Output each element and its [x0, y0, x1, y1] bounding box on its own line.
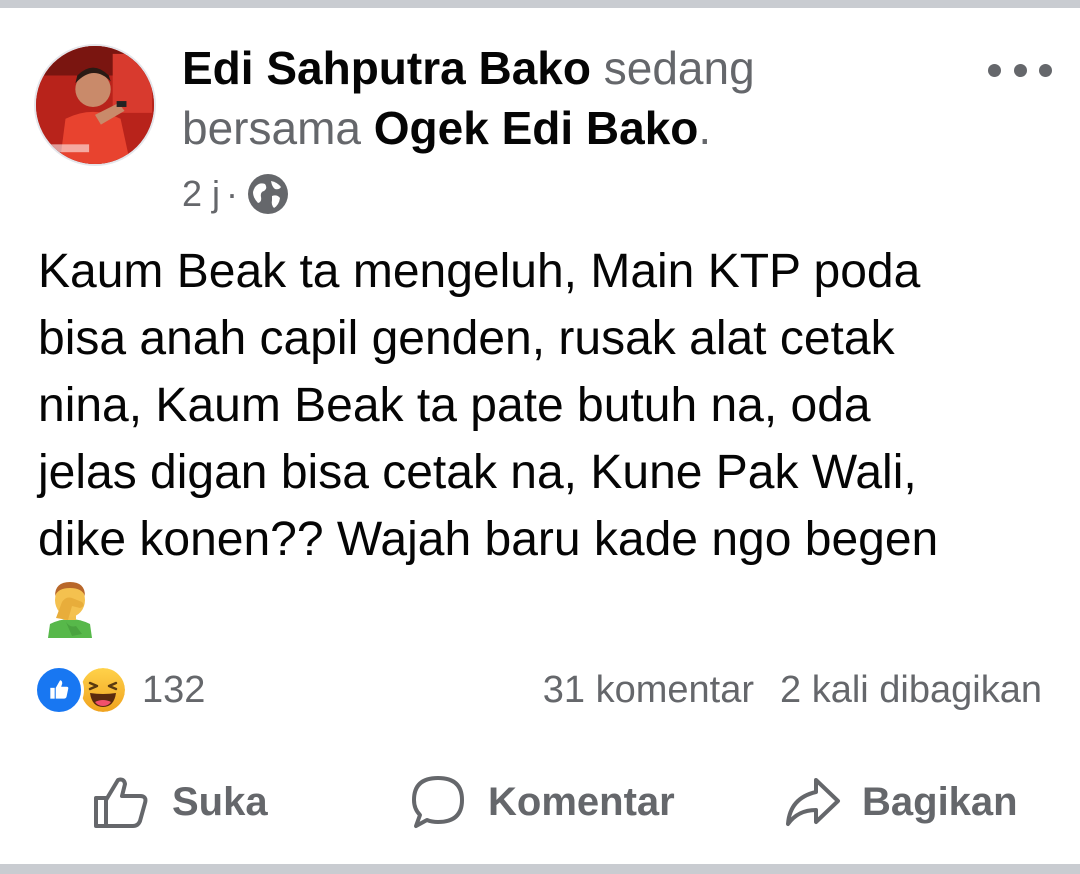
globe-icon[interactable] — [246, 172, 290, 216]
more-dot-icon — [1013, 63, 1027, 77]
header-period: . — [698, 102, 712, 154]
more-dot-icon — [988, 63, 1001, 77]
share-button-label: Bagikan — [862, 779, 1018, 824]
author-name-link[interactable]: Edi Sahputra Bako — [182, 42, 591, 94]
like-icon — [34, 665, 84, 715]
more-options-button[interactable] — [988, 52, 1052, 88]
thumbs-up-icon — [92, 772, 152, 832]
share-arrow-icon — [782, 772, 842, 832]
post-body-line: jelas digan bisa cetak na, Kune Pak Wali… — [38, 446, 917, 499]
share-button[interactable]: Bagikan — [782, 766, 1018, 838]
haha-icon — [78, 665, 128, 715]
more-dot-icon — [1039, 63, 1052, 77]
author-avatar[interactable] — [34, 44, 156, 166]
post-meta: 2 j · — [182, 168, 290, 220]
speech-bubble-icon — [408, 772, 468, 832]
with-text-1: sedang — [603, 42, 755, 94]
post-body: Kaum Beak ta mengeluh, Main KTP poda bis… — [38, 238, 1048, 573]
post-body-line: dike konen?? Wajah baru kade ngo begen — [38, 513, 939, 566]
post-body-line: Kaum Beak ta mengeluh, Main KTP poda — [38, 245, 921, 298]
reaction-count: 132 — [142, 668, 206, 711]
comments-count-link[interactable]: 31 komentar — [543, 669, 754, 712]
like-button-label: Suka — [172, 779, 268, 824]
shares-count-link[interactable]: 2 kali dibagikan — [780, 669, 1042, 712]
comment-button-label: Komentar — [488, 779, 675, 824]
meta-separator: · — [226, 173, 239, 214]
comment-button[interactable]: Komentar — [408, 766, 675, 838]
action-bar: Suka Komentar Bagikan — [0, 766, 1080, 838]
bottom-divider — [0, 864, 1080, 874]
post-card: Edi Sahputra Bako sedang bersama Ogek Ed… — [0, 0, 1080, 874]
post-timestamp[interactable]: 2 j — [182, 173, 220, 215]
avatar-photo — [36, 46, 154, 164]
post-header: Edi Sahputra Bako sedang bersama Ogek Ed… — [182, 38, 902, 158]
post-body-line: bisa anah capil genden, rusak alat cetak — [38, 312, 895, 365]
top-divider — [0, 0, 1080, 8]
like-button[interactable]: Suka — [92, 766, 268, 838]
reaction-summary[interactable]: 132 — [34, 664, 205, 716]
post-body-line: nina, Kaum Beak ta pate butuh na, oda — [38, 379, 871, 432]
man-facepalming-emoji — [42, 576, 98, 638]
tagged-user-link[interactable]: Ogek Edi Bako — [374, 102, 699, 154]
with-text-2: bersama — [182, 102, 361, 154]
engagement-stats: 31 komentar 2 kali dibagikan — [543, 664, 1042, 716]
